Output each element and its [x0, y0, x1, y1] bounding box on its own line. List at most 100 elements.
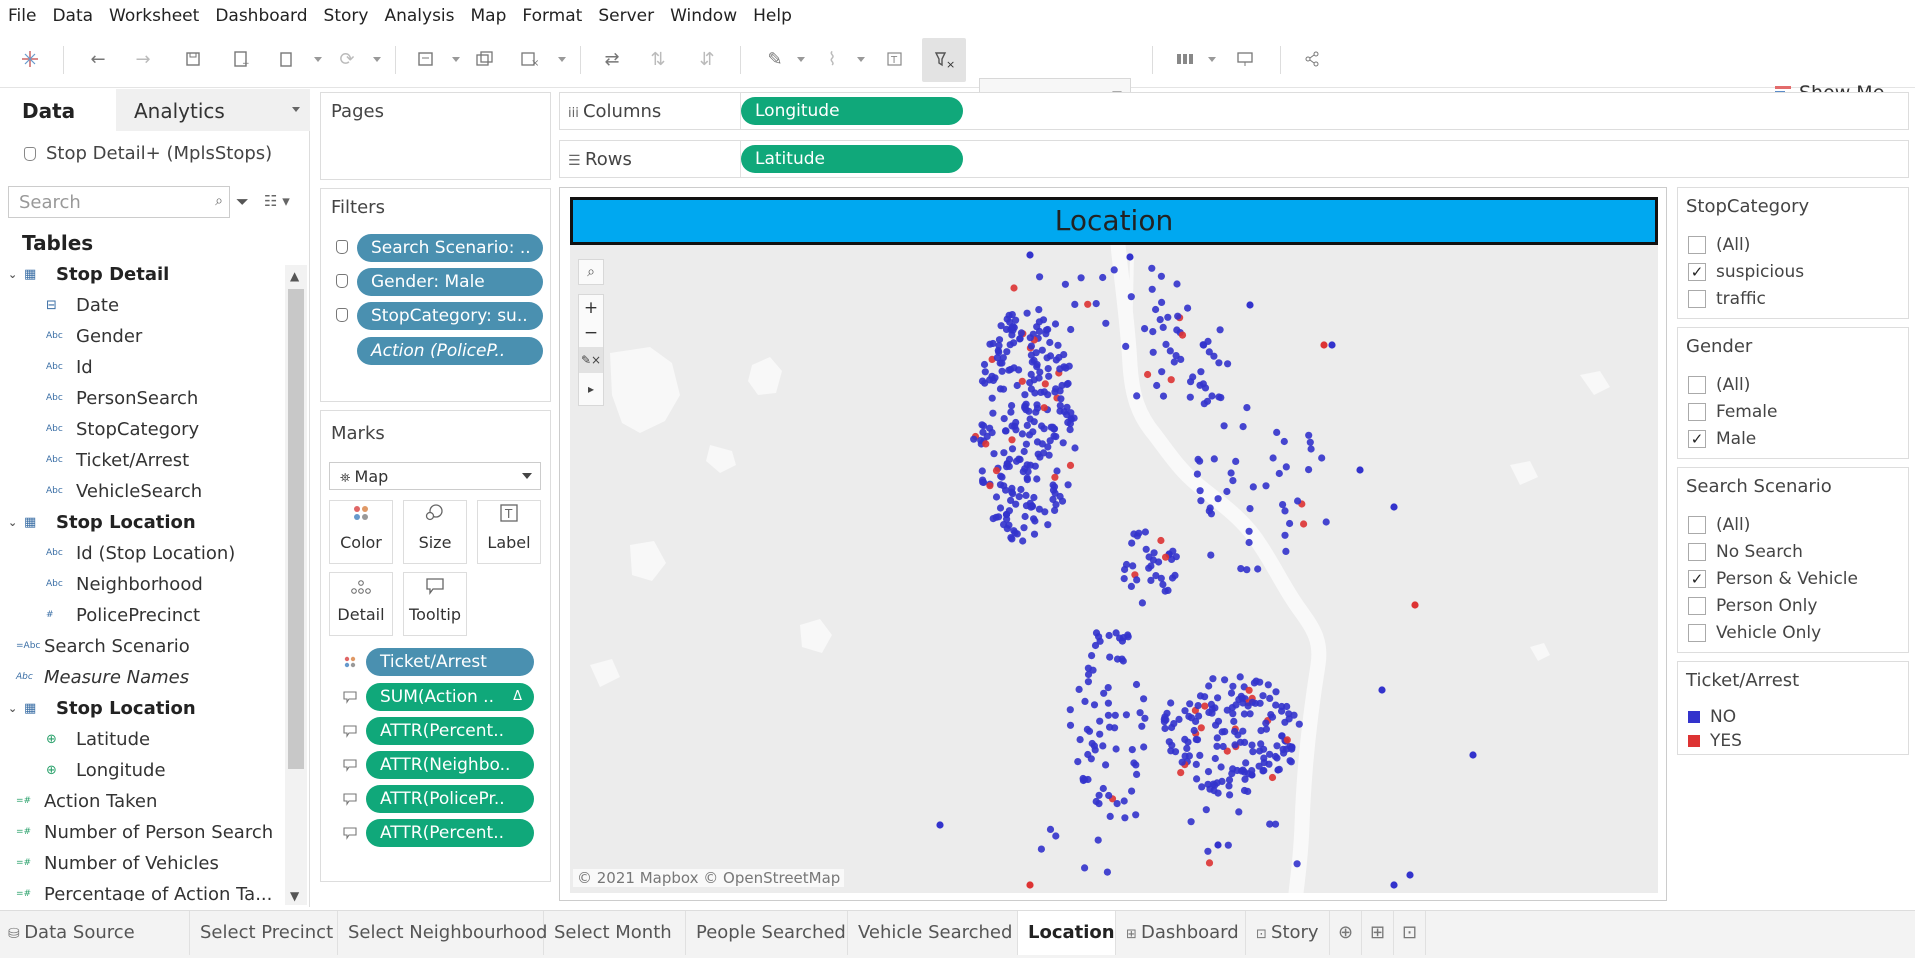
map-point-no[interactable] [1171, 748, 1180, 756]
map-point-no[interactable] [1026, 379, 1034, 387]
map-point-no[interactable] [1201, 693, 1209, 701]
map-point-no[interactable] [1008, 484, 1016, 492]
map-point-no[interactable] [995, 513, 1003, 521]
map-point-no[interactable] [1105, 791, 1113, 800]
map-point-no[interactable] [979, 478, 987, 486]
map-point-no[interactable] [989, 376, 997, 384]
map-point-no[interactable] [1244, 702, 1252, 710]
map-point[interactable] [1246, 301, 1254, 309]
field-item[interactable]: ⊟ Date [0, 292, 119, 318]
map-point-no[interactable] [1002, 325, 1011, 333]
map-point-no[interactable] [1213, 742, 1221, 750]
field-item[interactable]: =# Number of Person Search [0, 819, 273, 845]
map-point-no[interactable] [1235, 808, 1243, 816]
map-point-no[interactable] [1168, 723, 1176, 732]
map-point-no[interactable] [981, 368, 989, 376]
map-point-no[interactable] [1197, 368, 1205, 376]
map-point-no[interactable] [1254, 565, 1262, 573]
map-point-no[interactable] [1272, 701, 1280, 709]
map-point-yes[interactable] [1201, 702, 1209, 710]
map-point-no[interactable] [1083, 725, 1091, 733]
map-search-button[interactable]: ⌕ [578, 259, 604, 285]
map-point-no[interactable] [1020, 447, 1028, 456]
map-point-no[interactable] [1070, 414, 1078, 422]
map-point-no[interactable] [1037, 845, 1045, 853]
map-point-no[interactable] [980, 360, 989, 369]
map-point-no[interactable] [1205, 682, 1213, 690]
label-button[interactable]: T Label [477, 500, 541, 564]
map-point-no[interactable] [989, 409, 997, 417]
map-point-yes[interactable] [986, 482, 994, 490]
map-point-no[interactable] [1133, 392, 1141, 400]
map-point-no[interactable] [1167, 699, 1175, 707]
map-point-no[interactable] [1075, 685, 1083, 693]
map-point-no[interactable] [1074, 758, 1082, 766]
map-point-no[interactable] [1132, 680, 1141, 689]
map-point-no[interactable] [1056, 387, 1064, 395]
gender-option-male[interactable]: ✓ Male [1688, 428, 1756, 450]
map-point-no[interactable] [995, 336, 1004, 344]
menu-worksheet[interactable]: Worksheet [101, 0, 207, 32]
map-point-no[interactable] [1273, 428, 1281, 436]
map-point-yes[interactable] [1268, 773, 1277, 782]
map-canvas[interactable] [570, 245, 1658, 893]
map-point-no[interactable] [1259, 692, 1267, 700]
map-point-no[interactable] [1227, 689, 1236, 697]
field-item[interactable]: =# Action Taken [0, 788, 157, 814]
tooltip-button[interactable]: Tooltip [403, 572, 467, 636]
map-point-no[interactable] [1104, 684, 1112, 692]
map-point-no[interactable] [1128, 787, 1136, 795]
map-point-no[interactable] [1204, 337, 1212, 345]
map-point-no[interactable] [1224, 841, 1232, 849]
map-point-no[interactable] [1054, 341, 1062, 349]
map-point-no[interactable] [1157, 272, 1165, 280]
map-point-no[interactable] [970, 435, 978, 443]
map-point-no[interactable] [1076, 736, 1084, 744]
map-point-no[interactable] [1241, 738, 1249, 746]
map-point-no[interactable] [1245, 538, 1253, 547]
field-item[interactable]: Abc Neighborhood [0, 571, 203, 597]
presentation-mode-icon[interactable] [1230, 44, 1260, 74]
map-point-no[interactable] [1190, 726, 1198, 735]
field-item[interactable]: =# Percentage of Action Ta... [0, 881, 272, 902]
map-point-no[interactable] [1096, 717, 1104, 725]
map-point-yes[interactable] [992, 467, 1001, 475]
map-point-no[interactable] [1113, 655, 1122, 663]
map-point[interactable] [1390, 881, 1398, 889]
map-point-no[interactable] [1030, 515, 1038, 523]
map-point-yes[interactable] [1040, 404, 1048, 412]
new-worksheet-icon[interactable] [412, 44, 442, 74]
map-point-no[interactable] [1193, 775, 1201, 783]
map-point-no[interactable] [1170, 358, 1178, 366]
map-point-no[interactable] [1196, 487, 1204, 495]
map-point-no[interactable] [1079, 776, 1087, 785]
map-point-no[interactable] [1148, 285, 1156, 293]
map-point-no[interactable] [1040, 425, 1048, 433]
map-point-no[interactable] [1099, 273, 1107, 282]
map-point-no[interactable] [1231, 727, 1239, 736]
map-point-no[interactable] [1237, 565, 1245, 573]
map-point-no[interactable] [1096, 730, 1104, 738]
map-point-no[interactable] [1279, 745, 1287, 753]
map-point-no[interactable] [1122, 560, 1131, 569]
map-point-no[interactable] [1202, 806, 1210, 814]
map-point-no[interactable] [1060, 408, 1068, 416]
map-point-no[interactable] [1030, 530, 1039, 538]
show-cards-icon[interactable] [1170, 44, 1200, 74]
filter-pill-search-scenario[interactable]: Search Scenario: .. [357, 234, 543, 262]
map-point-no[interactable] [1193, 470, 1201, 478]
map-point-no[interactable] [1081, 697, 1089, 705]
map-point-yes[interactable] [1162, 553, 1170, 561]
map-point-no[interactable] [1262, 719, 1270, 727]
map-point-no[interactable] [1071, 300, 1079, 308]
map-point-no[interactable] [1194, 702, 1202, 710]
undo-icon[interactable]: ← [83, 44, 113, 74]
sort-descending-icon[interactable]: ⇵ [692, 44, 722, 74]
map-point-no[interactable] [1129, 562, 1137, 570]
search-input[interactable]: Search ⌕ [8, 186, 230, 218]
map-point-no[interactable] [1023, 421, 1031, 429]
map-point-no[interactable] [1044, 365, 1052, 373]
map-point-no[interactable] [1009, 323, 1017, 331]
map-point-no[interactable] [1278, 707, 1286, 715]
map-point[interactable] [1328, 341, 1336, 349]
